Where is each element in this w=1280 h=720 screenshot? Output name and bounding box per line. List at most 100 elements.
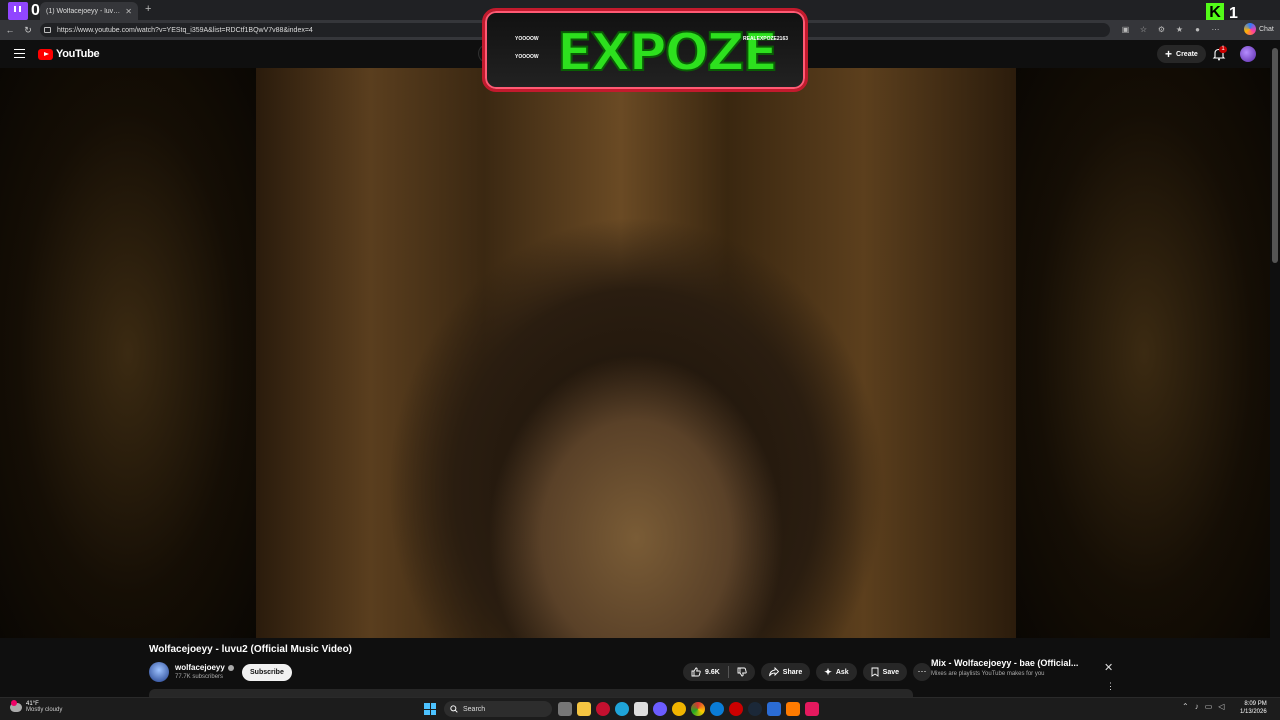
tab-close-icon[interactable]: ✕ <box>125 7 132 16</box>
app-c-icon[interactable] <box>710 702 724 716</box>
close-icon[interactable]: ✕ <box>1104 661 1113 674</box>
vlc-icon[interactable] <box>786 702 800 716</box>
bookmark-icon <box>871 667 879 677</box>
back-icon[interactable]: ← <box>2 25 18 35</box>
weather-widget[interactable]: 41°F Mostly cloudy <box>10 699 63 713</box>
scrollbar-thumb[interactable] <box>1272 48 1278 263</box>
account-avatar[interactable] <box>1240 46 1256 62</box>
thumbs-up-icon <box>691 667 701 677</box>
windows-start-icon[interactable] <box>424 703 436 715</box>
page-scrollbar[interactable] <box>1270 40 1280 697</box>
channel-avatar[interactable] <box>149 662 169 682</box>
chat-label: Chat <box>1259 25 1274 33</box>
store-icon[interactable] <box>634 702 648 716</box>
description-box[interactable] <box>149 689 913 697</box>
channel-name-text: wolfacejoeyy <box>175 663 225 672</box>
favorite-icon[interactable]: ☆ <box>1138 24 1149 35</box>
profile-icon[interactable]: ● <box>1192 24 1203 35</box>
app-icon[interactable]: ▣ <box>1120 24 1131 35</box>
task-view-icon[interactable] <box>558 702 572 716</box>
video-title: Wolfacejoeyy - luvu2 (Official Music Vid… <box>149 644 353 655</box>
visual-studio-icon[interactable] <box>767 702 781 716</box>
microphone-tray-icon[interactable]: ♪ <box>1195 702 1199 711</box>
clock-time: 8:09 PM <box>1244 701 1267 707</box>
twitch-icon <box>8 2 28 20</box>
tab-title: (1) Wolfacejoeyy - luvu2 (Offi... <box>46 7 122 15</box>
cartoon-characters-icon <box>608 0 672 2</box>
new-tab-icon[interactable]: + <box>145 3 151 15</box>
notification-badge: 1 <box>1219 46 1227 53</box>
lock-icon <box>44 27 51 33</box>
like-button[interactable]: 9.6K <box>691 667 720 677</box>
chat-app-icon[interactable] <box>672 702 686 716</box>
ask-button[interactable]: ✦ Ask <box>816 663 857 681</box>
expoze-overlay-banner: EXPOZE YOOOOW YOOOOW REALEXPOZE2163 <box>482 8 808 92</box>
create-button[interactable]: + Create <box>1157 45 1206 63</box>
save-label: Save <box>882 668 900 676</box>
file-explorer-icon[interactable] <box>577 702 591 716</box>
video-details: Wolfacejoeyy - luvu2 (Official Music Vid… <box>0 638 1270 697</box>
share-icon <box>768 667 779 677</box>
volume-icon[interactable]: ◁ <box>1218 702 1224 711</box>
video-frame <box>256 68 1016 638</box>
subscriber-count: 77.7K subscribers <box>175 674 224 680</box>
player-left-fill <box>0 68 256 638</box>
browser-toolbar-icons: ▣ ☆ ⚙ ★ ● ⋯ <box>1120 24 1221 35</box>
edge-icon[interactable] <box>615 702 629 716</box>
taskbar-apps <box>558 702 819 716</box>
tray-chevron-icon[interactable]: ⌃ <box>1182 702 1189 711</box>
copilot-chat-button[interactable]: Chat <box>1244 23 1274 35</box>
discord-icon[interactable] <box>653 702 667 716</box>
ask-label: Ask <box>835 668 849 676</box>
like-count: 9.6K <box>705 668 720 676</box>
more-icon[interactable]: ⋯ <box>1210 24 1221 35</box>
like-divider <box>727 666 729 678</box>
weather-condition: Mostly cloudy <box>26 707 63 713</box>
system-clock[interactable]: 8:09 PM 1/13/2026 <box>1240 700 1267 716</box>
create-label: Create <box>1176 50 1198 58</box>
thumbs-down-icon[interactable] <box>737 667 747 677</box>
record-app-icon[interactable] <box>729 702 743 716</box>
playlist-menu-icon[interactable]: ⋮ <box>1106 682 1115 691</box>
verified-icon <box>227 664 234 671</box>
mix-playlist-subtitle: Mixes are playlists YouTube makes for yo… <box>931 671 1045 677</box>
channel-name[interactable]: wolfacejoeyy <box>175 663 234 672</box>
video-actions: 9.6K Share ✦ Ask Save ⋯ <box>683 663 932 681</box>
youtube-logo-text: YouTube <box>56 48 100 60</box>
overlay-right-tag: REALEXPOZE2163 <box>743 36 789 42</box>
sparkle-icon: ✦ <box>824 666 832 677</box>
youtube-play-icon <box>38 48 53 60</box>
opera-icon[interactable] <box>596 702 610 716</box>
system-tray: ⌃ ♪ ▭ ◁ <box>1182 702 1224 711</box>
taskbar-search-label: Search <box>463 705 486 713</box>
like-dislike-group: 9.6K <box>683 663 755 681</box>
viewer-count: 0 <box>31 2 40 19</box>
mix-playlist-title[interactable]: Mix - Wolfacejoeyy - bae (Official... <box>931 658 1091 668</box>
taskbar-search[interactable]: Search <box>444 701 552 717</box>
copilot-icon <box>1244 23 1256 35</box>
subscribe-button[interactable]: Subscribe <box>242 664 292 681</box>
search-icon <box>450 705 458 713</box>
plus-icon: + <box>1165 47 1173 61</box>
youtube-logo[interactable]: YouTube <box>38 48 100 60</box>
reload-icon[interactable]: ↻ <box>20 25 36 36</box>
chrome-icon[interactable] <box>691 702 705 716</box>
extensions-icon[interactable]: ⚙ <box>1156 24 1167 35</box>
url-text: https://www.youtube.com/watch?v=YEStq_i3… <box>57 26 313 34</box>
favorites-icon[interactable]: ★ <box>1174 24 1185 35</box>
windows-taskbar: 41°F Mostly cloudy Search ⌃ ♪ ▭ ◁ 8:09 P… <box>0 697 1280 720</box>
browser-tab[interactable]: (1) Wolfacejoeyy - luvu2 (Offi... ✕ <box>40 2 138 20</box>
more-actions-button[interactable]: ⋯ <box>913 663 932 681</box>
display-icon[interactable]: ▭ <box>1205 702 1213 711</box>
save-button[interactable]: Save <box>862 663 908 681</box>
share-label: Share <box>782 668 803 676</box>
overlay-left-tag-2: YOOOOW <box>515 54 539 60</box>
video-player[interactable] <box>0 68 1270 638</box>
steam-icon[interactable] <box>748 702 762 716</box>
clock-date: 1/13/2026 <box>1240 709 1267 715</box>
share-button[interactable]: Share <box>760 663 811 681</box>
weather-cloud-icon <box>10 699 22 712</box>
overlay-left-tag-1: YOOOOW <box>515 36 539 42</box>
tiktok-icon[interactable] <box>805 702 819 716</box>
hamburger-menu-icon[interactable] <box>14 49 25 58</box>
